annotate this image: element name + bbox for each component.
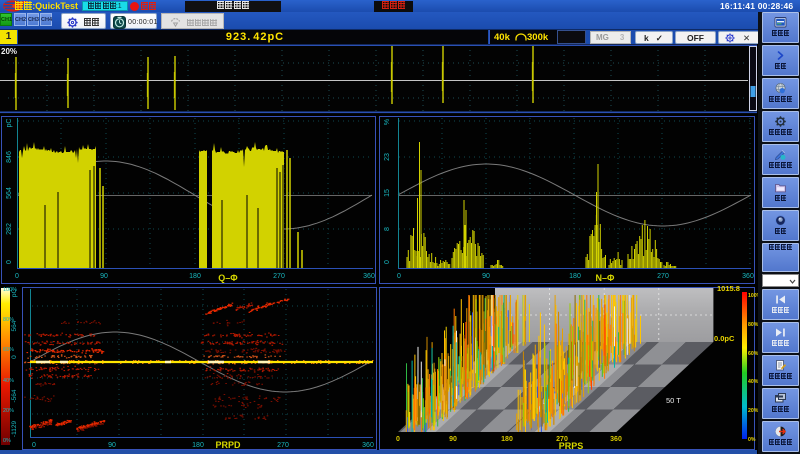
svg-text:N–Φ: N–Φ	[596, 273, 616, 283]
svg-text:180: 180	[189, 273, 201, 280]
svg-text:0: 0	[6, 260, 13, 264]
svg-text:Q–Φ: Q–Φ	[218, 273, 238, 283]
svg-text:PRPD: PRPD	[215, 440, 241, 450]
svg-text:20%: 20%	[1, 47, 17, 56]
svg-text:360: 360	[362, 442, 374, 449]
svg-text:0: 0	[396, 436, 400, 443]
svg-text:0%: 0%	[3, 438, 11, 444]
svg-text:80%: 80%	[3, 317, 14, 323]
svg-text:180: 180	[501, 436, 513, 443]
svg-text:60%: 60%	[3, 347, 14, 353]
svg-text:90: 90	[482, 273, 490, 280]
svg-text:0: 0	[15, 273, 19, 280]
svg-text:360: 360	[363, 273, 375, 280]
svg-text:0: 0	[11, 355, 18, 359]
svg-text:15: 15	[384, 189, 391, 197]
svg-text:846: 846	[6, 151, 13, 163]
svg-text:90: 90	[100, 273, 108, 280]
svg-text:pC: pC	[6, 119, 13, 128]
svg-text:282: 282	[6, 223, 13, 235]
svg-text:40%: 40%	[3, 378, 14, 384]
svg-text:0: 0	[384, 260, 391, 264]
svg-text:50 T: 50 T	[666, 396, 681, 405]
svg-text:PRPS: PRPS	[559, 441, 584, 451]
svg-text:%: %	[384, 119, 391, 125]
svg-text:100%: 100%	[3, 287, 17, 293]
svg-text:564: 564	[6, 187, 13, 199]
svg-text:23: 23	[384, 153, 391, 161]
svg-text:0%: 0%	[748, 437, 756, 443]
svg-text:360: 360	[742, 273, 754, 280]
svg-text:-564: -564	[11, 389, 18, 402]
svg-text:-1129: -1129	[11, 421, 18, 438]
svg-text:0: 0	[32, 442, 36, 449]
svg-text:90: 90	[108, 442, 116, 449]
svg-text:270: 270	[277, 442, 289, 449]
svg-text:0: 0	[397, 273, 401, 280]
svg-text:360: 360	[610, 436, 622, 443]
svg-text:180: 180	[192, 442, 204, 449]
svg-text:1015.8: 1015.8	[717, 284, 740, 293]
svg-text:8: 8	[384, 227, 391, 231]
svg-text:20%: 20%	[3, 408, 14, 414]
svg-text:180: 180	[569, 273, 581, 280]
svg-text:270: 270	[273, 273, 285, 280]
svg-text:90: 90	[449, 436, 457, 443]
svg-text:270: 270	[657, 273, 669, 280]
svg-text:0.0pC: 0.0pC	[714, 334, 735, 343]
